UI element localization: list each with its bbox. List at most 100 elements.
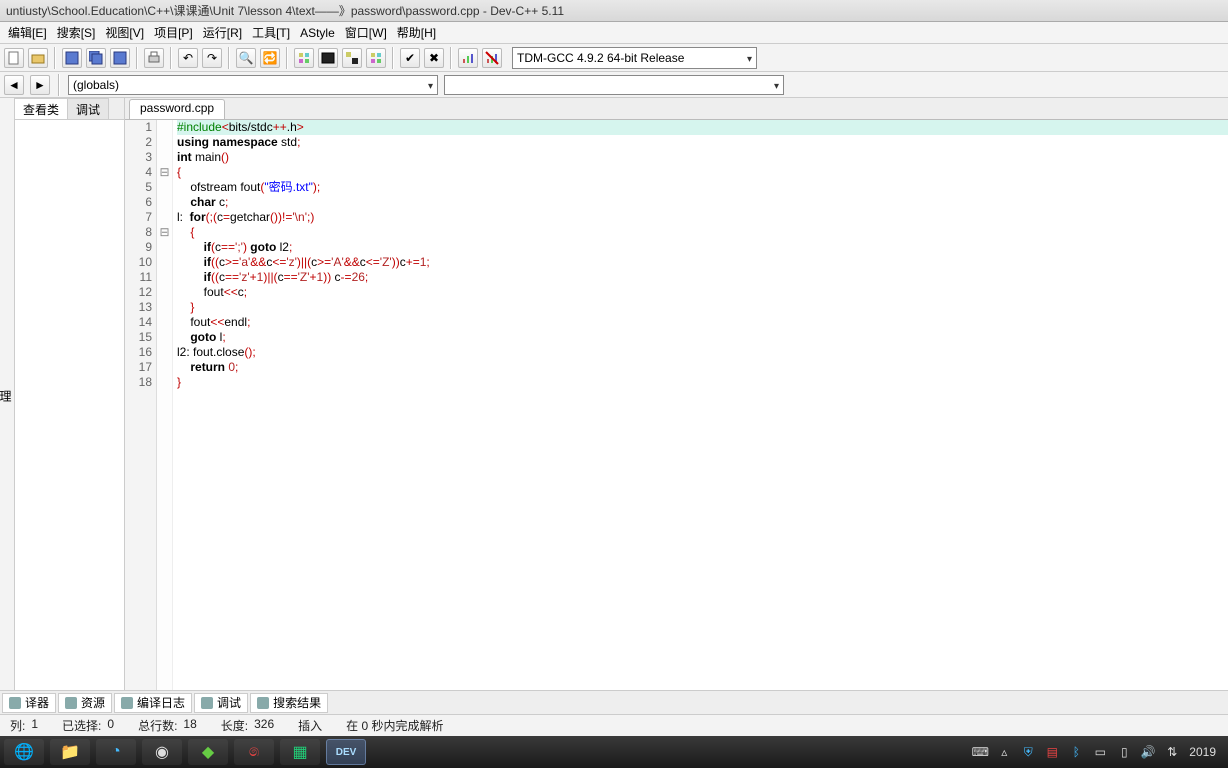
find-button[interactable]: 🔍	[236, 48, 256, 68]
bottom-tabs: 译器 资源 编译日志 调试 搜索结果	[0, 690, 1228, 714]
tab-icon	[121, 697, 133, 709]
menu-item[interactable]: 项目[P]	[154, 24, 193, 41]
scope-select-value: (globals)	[73, 78, 119, 92]
toolbar-separator	[170, 47, 172, 69]
side-tabs: 查看类调试	[15, 98, 124, 120]
system-tray[interactable]: ⌨ ▵ ⛨ ▤ ᛒ ▭ ▯ 🔊 ⇅ 2019	[973, 745, 1224, 759]
status-length: 长度:326	[221, 717, 274, 734]
print-button[interactable]	[144, 48, 164, 68]
taskbar: 🌐 📁 ◔ ◉ ◆ ෧ ▦ DEV ⌨ ▵ ⛨ ▤ ᛒ ▭ ▯ 🔊 ⇅ 2019	[0, 736, 1228, 768]
undo-button[interactable]: ↶	[178, 48, 198, 68]
file-tab-password[interactable]: password.cpp	[129, 99, 225, 119]
debug-button[interactable]: ✔	[400, 48, 420, 68]
fold-gutter[interactable]: ⊟⊟	[157, 120, 173, 690]
toolbar-separator	[228, 47, 230, 69]
run-button[interactable]	[318, 48, 338, 68]
save-all-button[interactable]	[86, 48, 106, 68]
taskbar-app1-icon[interactable]: ◔	[96, 739, 136, 765]
compile-run-button[interactable]	[342, 48, 362, 68]
volume-icon[interactable]: 🔊	[1141, 745, 1155, 759]
file-tab-label: password.cpp	[140, 101, 214, 115]
status-selected: 已选择:0	[62, 717, 114, 734]
menu-item[interactable]: 工具[T]	[252, 24, 290, 41]
file-tabs: password.cpp	[125, 98, 1228, 120]
display-icon[interactable]: ▭	[1093, 745, 1107, 759]
taskbar-chrome-icon[interactable]: ◉	[142, 739, 182, 765]
profile-button[interactable]	[458, 48, 478, 68]
chevron-down-icon	[428, 78, 433, 92]
menu-item[interactable]: 帮助[H]	[397, 24, 436, 41]
bottom-tab[interactable]: 译器	[2, 693, 56, 713]
save-as-button[interactable]	[110, 48, 130, 68]
shield-icon[interactable]: ⛨	[1021, 745, 1035, 759]
compile-button[interactable]	[294, 48, 314, 68]
bottom-tab-label: 搜索结果	[273, 694, 321, 711]
class-view[interactable]	[15, 120, 124, 690]
toolbar-separator	[450, 47, 452, 69]
wifi-icon[interactable]: ⇅	[1165, 745, 1179, 759]
bottom-tab-label: 资源	[81, 694, 105, 711]
menu-item[interactable]: AStyle	[300, 26, 335, 40]
bottom-tab[interactable]: 编译日志	[114, 693, 192, 713]
save-button[interactable]	[62, 48, 82, 68]
statusbar: 列:1 已选择:0 总行数:18 长度:326 插入 在 0 秒内完成解析	[0, 714, 1228, 736]
collapsed-panel-label[interactable]: 理	[0, 98, 15, 690]
code-editor[interactable]: 123456789101112131415161718 ⊟⊟ #include<…	[125, 120, 1228, 690]
member-select[interactable]	[444, 75, 784, 95]
side-tab[interactable]: 调试	[68, 98, 109, 119]
menu-item[interactable]: 编辑[E]	[8, 24, 47, 41]
taskbar-explorer-icon[interactable]: 📁	[50, 739, 90, 765]
pdf-icon[interactable]: ▤	[1045, 745, 1059, 759]
menu-item[interactable]: 视图[V]	[105, 24, 144, 41]
goto-back-button[interactable]: ◄	[4, 75, 24, 95]
rebuild-button[interactable]	[366, 48, 386, 68]
bluetooth-icon[interactable]: ᛒ	[1069, 745, 1083, 759]
stop-button[interactable]: ✖	[424, 48, 444, 68]
bottom-tab-label: 编译日志	[137, 694, 185, 711]
redo-button[interactable]: ↷	[202, 48, 222, 68]
compiler-select-value: TDM-GCC 4.9.2 64-bit Release	[517, 51, 684, 65]
profile-delete-button[interactable]	[482, 48, 502, 68]
taskbar-video-icon[interactable]: ▦	[280, 739, 320, 765]
status-column: 列:1	[10, 717, 38, 734]
toolbar-separator	[54, 47, 56, 69]
chevron-up-icon[interactable]: ▵	[997, 745, 1011, 759]
taskbar-devcpp-icon[interactable]: DEV	[326, 739, 366, 765]
tab-icon	[257, 697, 269, 709]
toolbar-separator	[286, 47, 288, 69]
editor-area: password.cpp 123456789101112131415161718…	[125, 98, 1228, 690]
replace-button[interactable]: 🔁	[260, 48, 280, 68]
scope-select[interactable]: (globals)	[68, 75, 438, 95]
tray-clock[interactable]: 2019	[1189, 745, 1216, 759]
taskbar-app2-icon[interactable]: ◆	[188, 739, 228, 765]
toolbar-separator	[392, 47, 394, 69]
compiler-select[interactable]: TDM-GCC 4.9.2 64-bit Release	[512, 47, 757, 69]
menu-item[interactable]: 窗口[W]	[345, 24, 387, 41]
taskbar-ie-icon[interactable]: 🌐	[4, 739, 44, 765]
line-gutter: 123456789101112131415161718	[125, 120, 157, 690]
workspace: 理 查看类调试 password.cpp 1234567891011121314…	[0, 98, 1228, 690]
keyboard-icon[interactable]: ⌨	[973, 745, 987, 759]
menu-item[interactable]: 运行[R]	[203, 24, 242, 41]
taskbar-music-icon[interactable]: ෧	[234, 739, 274, 765]
code-content[interactable]: #include<bits/stdc++.h>using namespace s…	[173, 120, 1228, 690]
chevron-down-icon	[747, 51, 752, 65]
new-file-button[interactable]	[4, 48, 24, 68]
open-button[interactable]	[28, 48, 48, 68]
tab-icon	[9, 697, 21, 709]
battery-icon[interactable]: ▯	[1117, 745, 1131, 759]
tab-icon	[65, 697, 77, 709]
bottom-tab[interactable]: 搜索结果	[250, 693, 328, 713]
menubar: 编辑[E] 搜索[S] 视图[V] 项目[P] 运行[R] 工具[T] AStyle 窗口[W…	[0, 22, 1228, 44]
menu-item[interactable]: 搜索[S]	[57, 24, 96, 41]
bottom-tab[interactable]: 资源	[58, 693, 112, 713]
side-tab[interactable]: 查看类	[15, 98, 68, 119]
chevron-down-icon	[774, 78, 779, 92]
bottom-tab[interactable]: 调试	[194, 693, 248, 713]
bottom-tab-label: 调试	[217, 694, 241, 711]
side-panel: 查看类调试	[15, 98, 125, 690]
bottom-tab-label: 译器	[25, 694, 49, 711]
status-mode: 插入	[298, 717, 322, 734]
status-lines: 总行数:18	[138, 717, 197, 734]
goto-fwd-button[interactable]: ►	[30, 75, 50, 95]
